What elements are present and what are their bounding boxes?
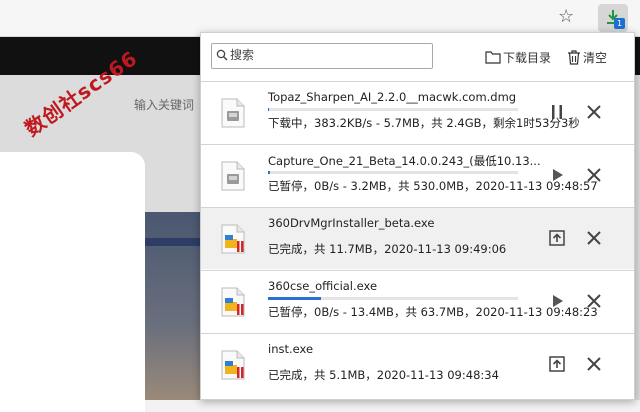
open-download-folder-button[interactable]: 下载目录 — [485, 47, 551, 67]
download-status: 下载中，383.2KB/s - 5.7MB，共 2.4GB，剩余1时53分3秒 — [268, 116, 580, 130]
progress-bar — [268, 297, 518, 300]
open-file-icon[interactable] — [547, 354, 567, 374]
page-photo-strip — [145, 238, 205, 246]
progress-fill — [268, 108, 269, 111]
close-icon[interactable] — [584, 165, 604, 185]
file-name[interactable]: Topaz_Sharpen_AI_2.2.0__macwk.com.dmg — [268, 90, 516, 104]
exe-file-icon — [221, 224, 245, 254]
play-icon[interactable] — [547, 165, 567, 185]
pause-icon[interactable] — [547, 102, 567, 122]
progress-bar — [268, 171, 518, 174]
close-icon[interactable] — [584, 228, 604, 248]
download-item[interactable]: Capture_One_21_Beta_14.0.0.243_(最低10.13.… — [201, 144, 634, 206]
play-icon[interactable] — [547, 291, 567, 311]
downloads-popup: 下载目录 清空 Topaz_Sharpen_AI_2.2.0__macwk.co… — [200, 32, 635, 400]
clear-button[interactable]: 清空 — [567, 47, 607, 67]
open-file-icon[interactable] — [547, 228, 567, 248]
exe-file-icon — [221, 287, 245, 317]
trash-icon — [568, 49, 580, 65]
download-extension-button[interactable]: 1 — [598, 4, 628, 32]
close-icon[interactable] — [584, 354, 604, 374]
download-item[interactable]: 360DrvMgrInstaller_beta.exe 已完成，共 11.7MB… — [201, 207, 634, 269]
search-box[interactable] — [211, 43, 433, 69]
file-name[interactable]: 360DrvMgrInstaller_beta.exe — [268, 216, 434, 230]
progress-fill — [268, 171, 270, 174]
clear-label: 清空 — [583, 50, 608, 65]
download-item[interactable]: Topaz_Sharpen_AI_2.2.0__macwk.com.dmg 下载… — [201, 81, 634, 143]
download-item[interactable]: 360cse_official.exe 已暂停，0B/s - 13.4MB，共 … — [201, 270, 634, 332]
search-input[interactable] — [230, 46, 426, 64]
download-status: 已完成，共 11.7MB，2020-11-13 09:49:06 — [268, 242, 507, 256]
page-content-card — [0, 152, 145, 412]
open-folder-label: 下载目录 — [503, 50, 552, 65]
exe-file-icon — [221, 350, 245, 380]
download-status: 已完成，共 5.1MB，2020-11-13 09:48:34 — [268, 368, 499, 382]
file-name[interactable]: Capture_One_21_Beta_14.0.0.243_(最低10.13.… — [268, 153, 541, 169]
progress-bar — [268, 108, 518, 111]
progress-fill — [268, 297, 321, 300]
page-search-hint: 输入关键词 — [134, 98, 195, 112]
search-icon — [216, 49, 228, 61]
folder-icon — [485, 51, 501, 64]
download-item[interactable]: inst.exe 已完成，共 5.1MB，2020-11-13 09:48:34 — [201, 333, 634, 395]
dmg-file-icon — [221, 98, 245, 128]
close-icon[interactable] — [584, 102, 604, 122]
popup-header: 下载目录 清空 — [201, 33, 634, 81]
download-count-badge: 1 — [614, 18, 625, 29]
bookmark-star-icon[interactable]: ☆ — [558, 6, 574, 27]
file-name[interactable]: 360cse_official.exe — [268, 279, 377, 293]
file-name[interactable]: inst.exe — [268, 342, 313, 356]
close-icon[interactable] — [584, 291, 604, 311]
dmg-file-icon — [221, 161, 245, 191]
